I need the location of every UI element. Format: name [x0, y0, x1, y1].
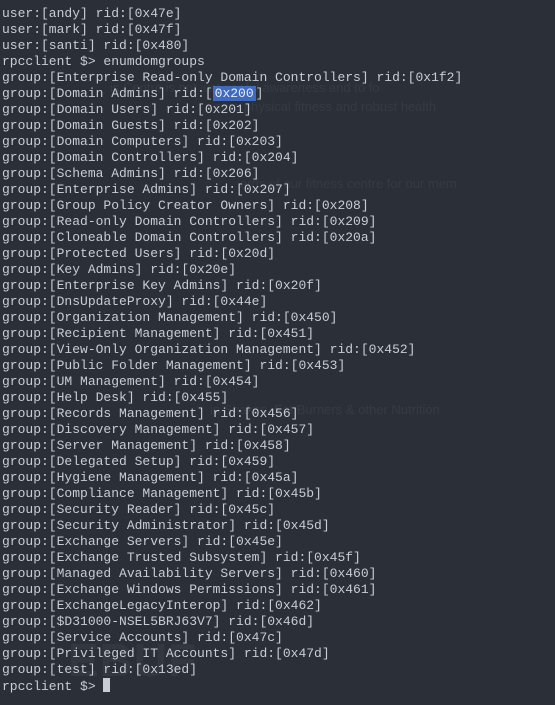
group-line: group:[Records Management] rid:[0x456]: [2, 406, 555, 422]
group-line: group:[Delegated Setup] rid:[0x459]: [2, 454, 555, 470]
group-line: group:[test] rid:[0x13ed]: [2, 662, 555, 678]
shell-prompt: rpcclient: [2, 54, 80, 69]
group-line: group:[Service Accounts] rid:[0x47c]: [2, 630, 555, 646]
group-line: group:[Hygiene Management] rid:[0x45a]: [2, 470, 555, 486]
user-line: user:[mark] rid:[0x47f]: [2, 22, 555, 38]
group-line: group:[Domain Guests] rid:[0x202]: [2, 118, 555, 134]
highlighted-rid: 0x200: [213, 86, 256, 101]
group-line: group:[$D31000-NSEL5BRJ63V7] rid:[0x46d]: [2, 614, 555, 630]
group-line: group:[Domain Controllers] rid:[0x204]: [2, 150, 555, 166]
terminal-output[interactable]: user:[andy] rid:[0x47e]user:[mark] rid:[…: [0, 0, 555, 695]
group-line: group:[Help Desk] rid:[0x455]: [2, 390, 555, 406]
group-line: group:[Cloneable Domain Controllers] rid…: [2, 230, 555, 246]
group-line: group:[Server Management] rid:[0x458]: [2, 438, 555, 454]
group-line: group:[Enterprise Key Admins] rid:[0x20f…: [2, 278, 555, 294]
cursor-icon: [103, 678, 110, 692]
user-line: user:[santi] rid:[0x480]: [2, 38, 555, 54]
group-line: group:[Security Reader] rid:[0x45c]: [2, 502, 555, 518]
prompt-line: rpcclient $> enumdomgroups: [2, 54, 555, 70]
group-line: group:[Domain Users] rid:[0x201]: [2, 102, 555, 118]
group-line: group:[Compliance Management] rid:[0x45b…: [2, 486, 555, 502]
group-line: group:[ExchangeLegacyInterop] rid:[0x462…: [2, 598, 555, 614]
group-line: group:[Discovery Management] rid:[0x457]: [2, 422, 555, 438]
group-line: group:[Domain Computers] rid:[0x203]: [2, 134, 555, 150]
group-line: group:[Exchange Servers] rid:[0x45e]: [2, 534, 555, 550]
prompt-line: rpcclient $>: [2, 678, 555, 695]
group-line: group:[Recipient Management] rid:[0x451]: [2, 326, 555, 342]
group-line: group:[Organization Management] rid:[0x4…: [2, 310, 555, 326]
shell-prompt: rpcclient: [2, 679, 80, 694]
group-line: group:[Exchange Trusted Subsystem] rid:[…: [2, 550, 555, 566]
group-line: group:[Protected Users] rid:[0x20d]: [2, 246, 555, 262]
group-line: group:[Key Admins] rid:[0x20e]: [2, 262, 555, 278]
group-line: group:[Domain Admins] rid:[0x200]: [2, 86, 555, 102]
group-line: group:[Public Folder Management] rid:[0x…: [2, 358, 555, 374]
group-line: group:[Managed Availability Servers] rid…: [2, 566, 555, 582]
group-line: group:[Group Policy Creator Owners] rid:…: [2, 198, 555, 214]
user-line: user:[andy] rid:[0x47e]: [2, 6, 555, 22]
entered-command: enumdomgroups: [103, 54, 204, 69]
group-line: group:[Exchange Windows Permissions] rid…: [2, 582, 555, 598]
group-line: group:[View-Only Organization Management…: [2, 342, 555, 358]
group-line: group:[DnsUpdateProxy] rid:[0x44e]: [2, 294, 555, 310]
group-line: group:[Enterprise Read-only Domain Contr…: [2, 70, 555, 86]
group-line: group:[Privileged IT Accounts] rid:[0x47…: [2, 646, 555, 662]
group-line: group:[Read-only Domain Controllers] rid…: [2, 214, 555, 230]
group-line: group:[Security Administrator] rid:[0x45…: [2, 518, 555, 534]
group-line: group:[Schema Admins] rid:[0x206]: [2, 166, 555, 182]
group-line: group:[Enterprise Admins] rid:[0x207]: [2, 182, 555, 198]
group-line: group:[UM Management] rid:[0x454]: [2, 374, 555, 390]
